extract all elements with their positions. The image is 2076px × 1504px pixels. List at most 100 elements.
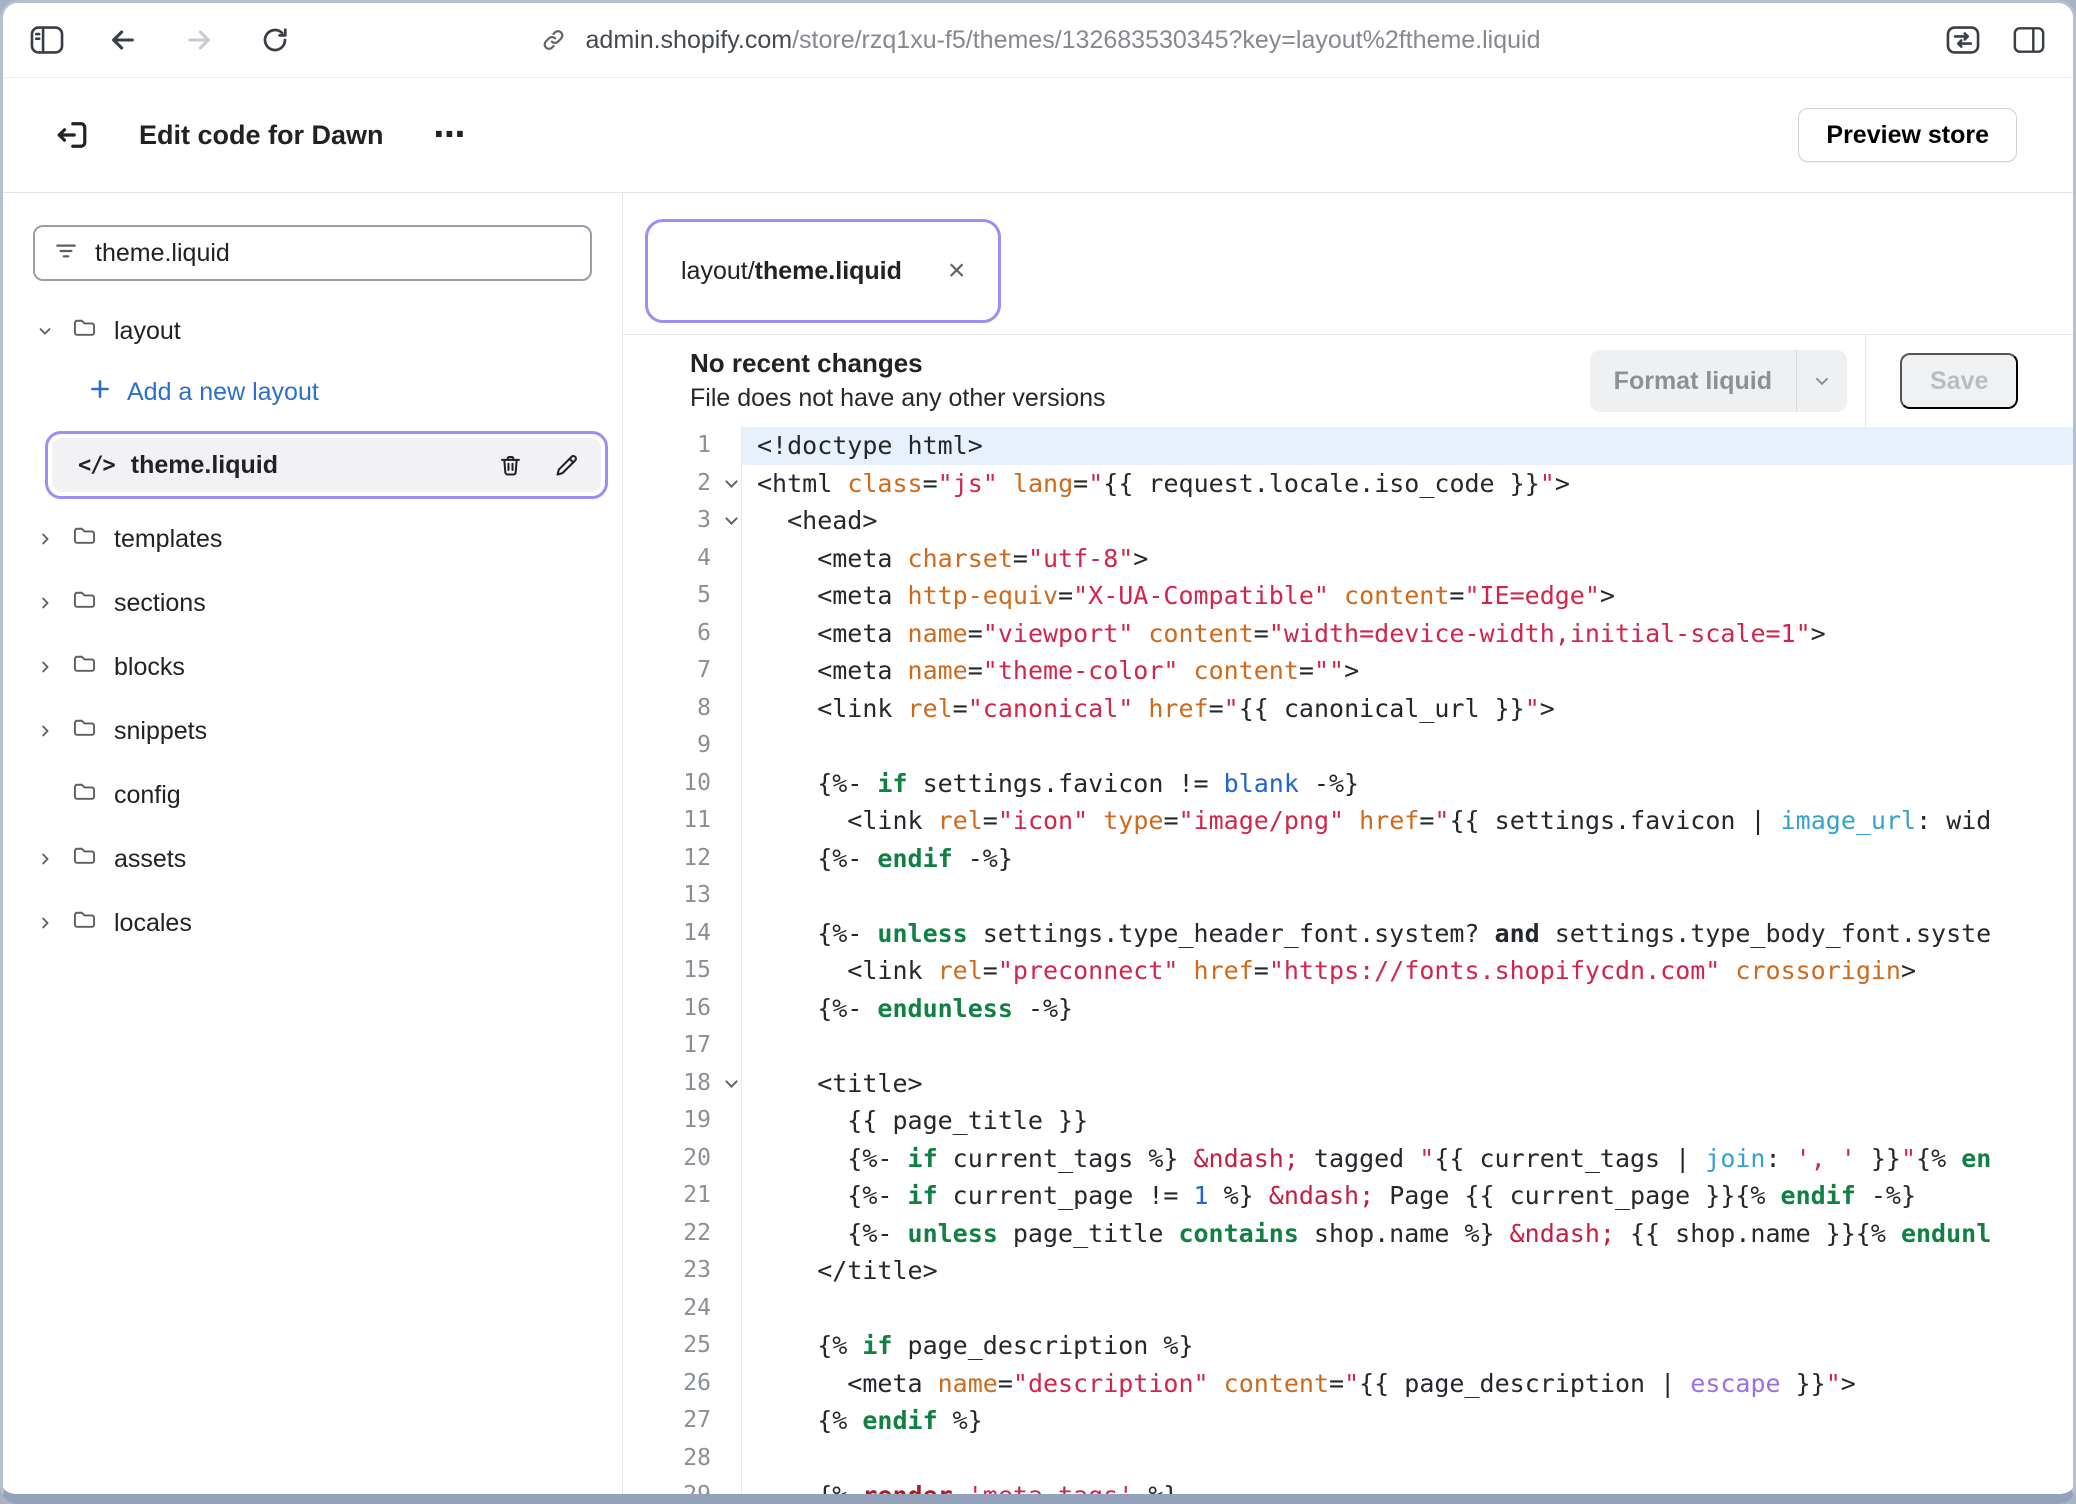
code-line[interactable]: 27 {% endif %}	[623, 1402, 2073, 1440]
code-lines: 1<!doctype html>2<html class="js" lang="…	[623, 427, 2073, 1494]
code-line[interactable]: 6 <meta name="viewport" content="width=d…	[623, 615, 2073, 653]
line-number: 27	[623, 1402, 742, 1440]
exit-code-editor-button[interactable]	[51, 114, 93, 156]
more-options-icon[interactable]: ⋯	[428, 117, 473, 152]
sidebar-item-theme-liquid[interactable]: </> theme.liquid	[52, 438, 601, 492]
fold-chevron-icon[interactable]	[725, 475, 738, 488]
sidebar-item-sections[interactable]: sections	[3, 571, 622, 635]
code-line[interactable]: 21 {%- if current_page != 1 %} &ndash; P…	[623, 1177, 2073, 1215]
code-line[interactable]: 19 {{ page_title }}	[623, 1102, 2073, 1140]
sidebar-item-blocks[interactable]: blocks	[3, 635, 622, 699]
format-liquid-label: Format liquid	[1590, 367, 1796, 396]
code-text: <html class="js" lang="{{ request.locale…	[742, 465, 2073, 503]
code-line[interactable]: 29 {% render 'meta-tags' %}	[623, 1477, 2073, 1494]
code-line[interactable]: 10 {%- if settings.favicon != blank -%}	[623, 765, 2073, 803]
line-number: 16	[623, 990, 742, 1028]
code-line[interactable]: 8 <link rel="canonical" href="{{ canonic…	[623, 690, 2073, 728]
code-line[interactable]: 25 {% if page_description %}	[623, 1327, 2073, 1365]
browser-extension-icon[interactable]	[1945, 22, 1981, 58]
code-text: {% endif %}	[742, 1402, 2073, 1440]
line-number: 18	[623, 1065, 742, 1103]
sidebar-item-templates[interactable]: templates	[3, 507, 622, 571]
file-tree: layout Add a new layout </> theme.liquid	[3, 299, 622, 955]
code-line[interactable]: 14 {%- unless settings.type_header_font.…	[623, 915, 2073, 953]
sidebar-item-layout[interactable]: layout	[3, 299, 622, 363]
search-input[interactable]	[95, 239, 572, 268]
code-line[interactable]: 5 <meta http-equiv="X-UA-Compatible" con…	[623, 577, 2073, 615]
status-title: No recent changes	[690, 349, 1590, 379]
code-line[interactable]: 22 {%- unless page_title contains shop.n…	[623, 1215, 2073, 1253]
fold-chevron-icon[interactable]	[725, 512, 738, 525]
filter-icon	[53, 238, 79, 269]
code-text	[742, 727, 2073, 765]
code-line[interactable]: 9	[623, 727, 2073, 765]
close-tab-icon[interactable]: ×	[948, 256, 966, 286]
add-new-layout-link[interactable]: Add a new layout	[3, 363, 622, 421]
code-line[interactable]: 20 {%- if current_tags %} &ndash; tagged…	[623, 1140, 2073, 1178]
content-area: layout Add a new layout </> theme.liquid	[3, 193, 2073, 1494]
chevron-right-icon[interactable]	[35, 850, 55, 868]
chevron-right-icon[interactable]	[35, 722, 55, 740]
folder-icon	[71, 906, 98, 940]
split-view-icon[interactable]	[2011, 22, 2047, 58]
delete-file-icon[interactable]	[495, 450, 525, 480]
code-line[interactable]: 13	[623, 877, 2073, 915]
format-liquid-button[interactable]: Format liquid	[1590, 350, 1847, 412]
back-icon[interactable]	[105, 22, 141, 58]
fold-chevron-icon[interactable]	[725, 1075, 738, 1088]
file-tree-sidebar: layout Add a new layout </> theme.liquid	[3, 193, 623, 1494]
address-bar[interactable]: admin.shopify.com/store/rzq1xu-f5/themes…	[536, 22, 1541, 58]
rename-file-icon[interactable]	[551, 450, 581, 480]
code-line[interactable]: 26 <meta name="description" content="{{ …	[623, 1365, 2073, 1403]
tab-theme-liquid[interactable]: layout/theme.liquid ×	[653, 227, 993, 315]
sidebar-item-snippets[interactable]: snippets	[3, 699, 622, 763]
code-line[interactable]: 4 <meta charset="utf-8">	[623, 540, 2073, 578]
code-line[interactable]: 17	[623, 1027, 2073, 1065]
sidebar-item-assets[interactable]: assets	[3, 827, 622, 891]
code-line[interactable]: 12 {%- endif -%}	[623, 840, 2073, 878]
code-line[interactable]: 11 <link rel="icon" type="image/png" hre…	[623, 802, 2073, 840]
save-button[interactable]: Save	[1900, 353, 2018, 409]
code-line[interactable]: 7 <meta name="theme-color" content="">	[623, 652, 2073, 690]
preview-store-button[interactable]: Preview store	[1798, 108, 2017, 162]
code-line[interactable]: 15 <link rel="preconnect" href="https://…	[623, 952, 2073, 990]
plus-icon	[87, 376, 113, 409]
folder-label: layout	[114, 317, 181, 346]
code-line[interactable]: 28	[623, 1440, 2073, 1478]
line-number: 5	[623, 577, 742, 615]
chevron-right-icon[interactable]	[35, 658, 55, 676]
code-text: <meta name="description" content="{{ pag…	[742, 1365, 2073, 1403]
version-status: No recent changes File does not have any…	[623, 349, 1590, 414]
folder-icon	[71, 314, 98, 348]
chevron-right-icon[interactable]	[35, 530, 55, 548]
sidebar-toggle-icon[interactable]	[29, 22, 65, 58]
reload-icon[interactable]	[257, 22, 293, 58]
file-search-box[interactable]	[33, 225, 592, 281]
code-line[interactable]: 1<!doctype html>	[623, 427, 2073, 465]
sidebar-item-locales[interactable]: locales	[3, 891, 622, 955]
chevron-right-icon[interactable]	[35, 594, 55, 612]
code-text: {%- unless settings.type_header_font.sys…	[742, 915, 2073, 953]
sidebar-item-config[interactable]: config	[3, 763, 622, 827]
selected-file-highlight-ring: </> theme.liquid	[45, 431, 608, 499]
code-line[interactable]: 3 <head>	[623, 502, 2073, 540]
line-number: 9	[623, 727, 742, 765]
format-dropdown-chevron-icon[interactable]	[1797, 350, 1847, 412]
code-line[interactable]: 24	[623, 1290, 2073, 1328]
code-text: <link rel="icon" type="image/png" href="…	[742, 802, 2073, 840]
selected-file-label: theme.liquid	[131, 451, 479, 480]
code-text: <link rel="preconnect" href="https://fon…	[742, 952, 2073, 990]
chevron-down-icon[interactable]	[35, 322, 55, 340]
line-number: 4	[623, 540, 742, 578]
code-editor[interactable]: 1<!doctype html>2<html class="js" lang="…	[623, 427, 2073, 1494]
code-line[interactable]: 18 <title>	[623, 1065, 2073, 1103]
folder-icon	[71, 842, 98, 876]
code-line[interactable]: 16 {%- endunless -%}	[623, 990, 2073, 1028]
code-line[interactable]: 2<html class="js" lang="{{ request.local…	[623, 465, 2073, 503]
line-number: 25	[623, 1327, 742, 1365]
chevron-right-icon[interactable]	[35, 914, 55, 932]
code-text: {% if page_description %}	[742, 1327, 2073, 1365]
code-line[interactable]: 23 </title>	[623, 1252, 2073, 1290]
forward-icon[interactable]	[181, 22, 217, 58]
code-text: {%- endunless -%}	[742, 990, 2073, 1028]
